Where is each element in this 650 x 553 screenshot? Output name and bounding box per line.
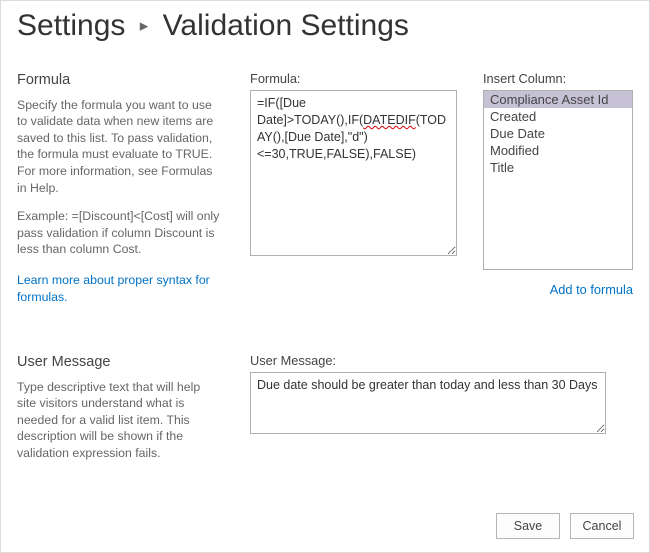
insert-column-label: Insert Column: (483, 71, 633, 86)
user-message-title: User Message (17, 353, 222, 373)
breadcrumb: Settings ▸ Validation Settings (17, 9, 633, 43)
user-message-textarea[interactable] (250, 372, 606, 434)
chevron-right-icon: ▸ (134, 16, 155, 35)
formula-label: Formula: (250, 71, 467, 86)
list-item[interactable]: Modified (484, 142, 632, 159)
formula-section: Formula Specify the formula you want to … (17, 71, 633, 305)
list-item[interactable]: Due Date (484, 125, 632, 142)
user-message-section: User Message Type descriptive text that … (17, 353, 633, 462)
formula-example: Example: =[Discount]<[Cost] will only pa… (17, 208, 222, 258)
cancel-button[interactable]: Cancel (570, 513, 634, 539)
formula-textarea[interactable]: =IF([Due Date]>TODAY(),IF(DATEDIF(TODAY(… (250, 90, 457, 256)
formula-help: Specify the formula you want to use to v… (17, 97, 222, 197)
save-button[interactable]: Save (496, 513, 560, 539)
footer-actions: Save Cancel (496, 513, 634, 539)
learn-more-link[interactable]: Learn more about proper syntax for formu… (17, 272, 222, 305)
breadcrumb-current: Validation Settings (163, 9, 409, 42)
insert-column-listbox[interactable]: Compliance Asset IdCreatedDue DateModifi… (483, 90, 633, 270)
formula-title: Formula (17, 71, 222, 91)
list-item[interactable]: Title (484, 159, 632, 176)
breadcrumb-root[interactable]: Settings (17, 9, 125, 42)
spelling-error: DATEDIF (363, 113, 416, 127)
add-to-formula-link[interactable]: Add to formula (483, 282, 633, 297)
list-item[interactable]: Created (484, 108, 632, 125)
user-message-label: User Message: (250, 353, 633, 368)
list-item[interactable]: Compliance Asset Id (484, 91, 632, 108)
user-message-help: Type descriptive text that will help sit… (17, 379, 222, 462)
